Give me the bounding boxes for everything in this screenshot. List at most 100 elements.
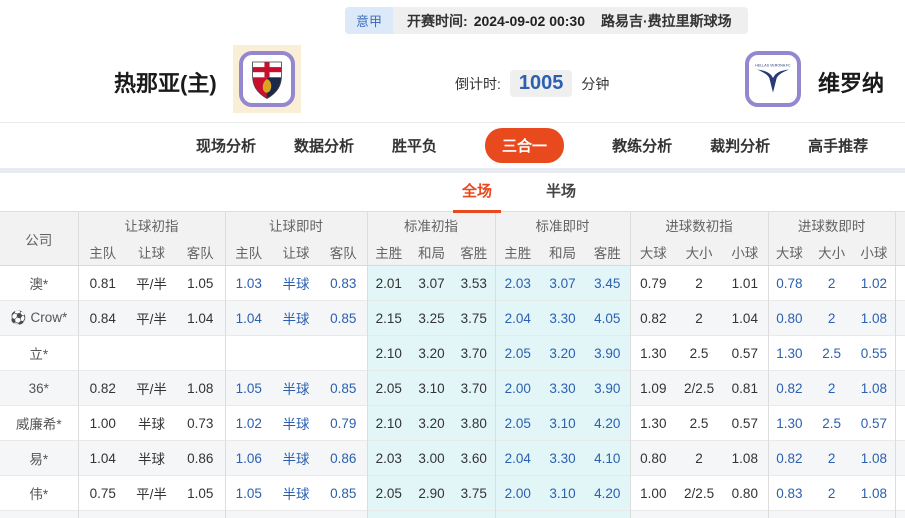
company-cell: 澳*	[0, 266, 78, 301]
odds-cell: 4.10	[585, 441, 630, 476]
odds-cell	[176, 336, 225, 371]
odds-cell: 1.04	[722, 301, 768, 336]
odds-cell: 3.00	[410, 441, 453, 476]
odds-cell: 2.05	[367, 476, 410, 511]
odds-cell: 1.30	[630, 406, 676, 441]
sub-header: 客胜	[453, 239, 495, 266]
verona-crest-caption: HELLAS VERONA FC	[755, 63, 791, 67]
odds-cell: 2	[810, 441, 853, 476]
odds-cell: 3.70	[453, 371, 495, 406]
odds-cell: 3.20	[410, 336, 453, 371]
odds-cell: 0.86	[176, 441, 225, 476]
odds-cell	[540, 511, 585, 518]
tab-referee-analysis[interactable]: 裁判分析	[710, 135, 770, 156]
tab-coach-analysis[interactable]: 教练分析	[612, 135, 672, 156]
odds-table-wrap: 公司让球初指让球即时标准初指标准即时进球数初指进球数即时主队让球客队主队让球客队…	[0, 211, 905, 518]
odds-cell: 半球	[272, 301, 320, 336]
away-crest-frame: HELLAS VERONA FC	[745, 51, 801, 107]
sub-header: 让球	[127, 239, 176, 266]
tab-live-analysis[interactable]: 现场分析	[196, 135, 256, 156]
odds-cell: 2.05	[495, 336, 540, 371]
odds-cell: 0.57	[722, 406, 768, 441]
odds-cell: 1.08	[722, 441, 768, 476]
odds-cell: 半球	[272, 266, 320, 301]
kickoff-label: 开赛时间:	[407, 11, 468, 31]
tab-data-analysis[interactable]: 数据分析	[294, 135, 354, 156]
odds-cell: 1.05	[176, 476, 225, 511]
company-cell	[0, 511, 78, 518]
tab-three-in-one[interactable]: 三合一	[485, 128, 564, 163]
odds-cell: 2.03	[495, 266, 540, 301]
odds-cell: 平/半	[127, 476, 176, 511]
odds-cell: 3.10	[410, 371, 453, 406]
odds-cell: 3.10	[540, 476, 585, 511]
table-row: ⚽Crow*0.84平/半1.041.04半球0.852.153.253.752…	[0, 301, 905, 336]
sub-header: 主队	[225, 239, 272, 266]
sub-header: 和局	[540, 239, 585, 266]
cutoff-cell	[895, 301, 905, 336]
odds-cell: 2.5	[676, 336, 722, 371]
odds-cell: 半球	[272, 406, 320, 441]
subtab-full-match[interactable]: 全场	[453, 180, 501, 213]
odds-cell: 3.20	[540, 336, 585, 371]
odds-cell: 3.45	[585, 266, 630, 301]
odds-cell: 3.25	[410, 301, 453, 336]
match-header: 热那亚(主) 倒计时: 1005	[0, 40, 905, 122]
odds-cell: 0.57	[853, 406, 895, 441]
odds-cell: 3.90	[585, 336, 630, 371]
sub-header: 大小	[676, 239, 722, 266]
sub-header: 大球	[768, 239, 810, 266]
odds-cell: 半球	[127, 441, 176, 476]
odds-cell: 1.01	[722, 266, 768, 301]
odds-cell: 0.82	[768, 371, 810, 406]
tab-expert-picks[interactable]: 高手推荐	[808, 135, 868, 156]
odds-cell: 1.00	[78, 406, 127, 441]
odds-cell	[78, 511, 127, 518]
odds-cell: 2.00	[495, 371, 540, 406]
odds-cell: 平/半	[127, 266, 176, 301]
odds-cell: 0.55	[853, 336, 895, 371]
odds-cell: 1.06	[225, 441, 272, 476]
odds-cell: 2.5	[676, 406, 722, 441]
odds-cell: 0.82	[78, 371, 127, 406]
subtab-half-match[interactable]: 半场	[537, 180, 585, 210]
odds-cell: 3.60	[453, 441, 495, 476]
odds-cell: 2.90	[410, 476, 453, 511]
odds-cell: 1.04	[78, 441, 127, 476]
company-cell: 36*	[0, 371, 78, 406]
odds-cell: 2.01	[367, 266, 410, 301]
odds-cell: 3.80	[453, 406, 495, 441]
kickoff-time: 2024-09-02 00:30	[474, 13, 585, 29]
odds-cell: 1.02	[225, 406, 272, 441]
home-crest-frame	[239, 51, 295, 107]
verona-crest-icon: HELLAS VERONA FC	[752, 58, 794, 100]
odds-table: 公司让球初指让球即时标准初指标准即时进球数初指进球数即时主队让球客队主队让球客队…	[0, 211, 905, 518]
venue: 路易吉·费拉里斯球场	[601, 11, 732, 31]
odds-cell: 半球	[272, 371, 320, 406]
odds-cell: 2	[810, 476, 853, 511]
odds-cell: 3.30	[540, 441, 585, 476]
odds-cell: 0.79	[320, 406, 367, 441]
odds-cell: 2/2.5	[676, 476, 722, 511]
odds-cell: 2	[810, 266, 853, 301]
away-team-logo: HELLAS VERONA FC	[739, 45, 807, 113]
odds-cell: 3.90	[585, 371, 630, 406]
company-cell: 威廉希*	[0, 406, 78, 441]
page: 意甲 开赛时间: 2024-09-02 00:30 路易吉·费拉里斯球场 热那亚…	[0, 0, 905, 518]
countdown: 倒计时: 1005 分钟	[455, 70, 609, 97]
odds-cell: 2.04	[495, 301, 540, 336]
odds-cell: 3.07	[540, 266, 585, 301]
odds-cell	[630, 511, 676, 518]
odds-cell: 2.10	[367, 406, 410, 441]
odds-cell	[127, 511, 176, 518]
nav-tabs: 现场分析 数据分析 胜平负 三合一 教练分析 裁判分析 高手推荐	[0, 122, 905, 168]
table-row: 伟*0.75平/半1.051.05半球0.852.052.903.752.003…	[0, 476, 905, 511]
sub-header: 和局	[410, 239, 453, 266]
cutoff-column-header	[895, 212, 905, 266]
tab-win-draw-lose[interactable]: 胜平负	[392, 135, 437, 156]
sub-header: 客胜	[585, 239, 630, 266]
odds-cell: 1.08	[853, 371, 895, 406]
group-header: 进球数初指	[630, 212, 768, 239]
sub-header: 小球	[722, 239, 768, 266]
odds-cell: 3.75	[453, 301, 495, 336]
